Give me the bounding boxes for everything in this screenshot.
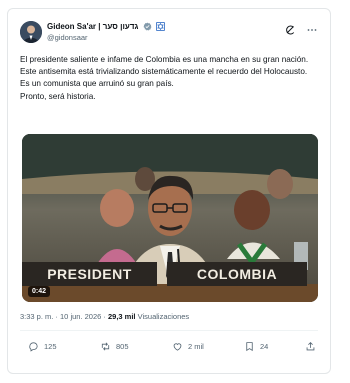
repost-icon [101,342,110,350]
post-text-line: El presidente saliente e infame de Colom… [20,55,309,64]
reply-button[interactable]: 125 [28,339,57,353]
video-player[interactable]: PRESIDENT COLOMBIA 0:42 [22,134,318,302]
post-text-line: Es un comunista que arruinó su gran país… [20,79,174,89]
repost-count: 805 [116,341,129,351]
verified-badge-icon [143,22,152,33]
post-header: Gideon Sa'ar | גדעון סער @gidonsaar [20,21,320,53]
bookmark-button[interactable]: 24 [244,339,268,353]
more-icon[interactable] [306,23,318,35]
repost-button[interactable]: 805 [100,339,129,353]
share-icon [306,341,315,350]
share-button[interactable] [305,339,321,353]
author-name-row: Gideon Sa'ar | גדעון סער [47,22,165,33]
reply-icon [29,341,38,352]
author-handle[interactable]: @gidonsaar [47,33,88,42]
like-icon [173,342,182,351]
bookmark-icon [246,341,253,351]
bookmark-count: 24 [260,341,269,351]
like-button[interactable]: 2 mil [172,339,204,353]
grok-icon[interactable] [284,23,296,35]
placard-president: PRESIDENT [47,266,132,282]
government-affiliate-icon[interactable] [155,22,165,33]
divider [20,330,318,331]
header-actions [278,23,318,41]
video-duration: 0:42 [28,286,51,297]
post-text-line: Pronto, será historia. [20,91,96,101]
post-card[interactable]: Gideon Sa'ar | גדעון סער @gidonsaar El p… [7,8,331,374]
views-label: Visualizaciones [137,312,190,321]
author-display-name[interactable]: Gideon Sa'ar | גדעון סער [47,22,138,31]
meta-separator: · [101,312,108,321]
reply-count: 125 [44,341,57,351]
post-meta: 3:33 p. m. · 10 jun. 2026 · 29,3 mil Vis… [20,312,320,321]
placard-colombia: COLOMBIA [196,266,278,282]
avatar[interactable] [20,21,42,43]
post-text-line: Este antisemita está trivializando siste… [20,67,308,77]
like-count: 2 mil [188,341,204,351]
post-timestamp[interactable]: 3:33 p. m. · 10 jun. 2026 [20,312,101,321]
views-count: 29,3 mil [107,312,136,321]
post-text: El presidente saliente e infame de Colom… [20,54,320,103]
action-bar: 125 805 2 mil 24 [20,339,318,353]
